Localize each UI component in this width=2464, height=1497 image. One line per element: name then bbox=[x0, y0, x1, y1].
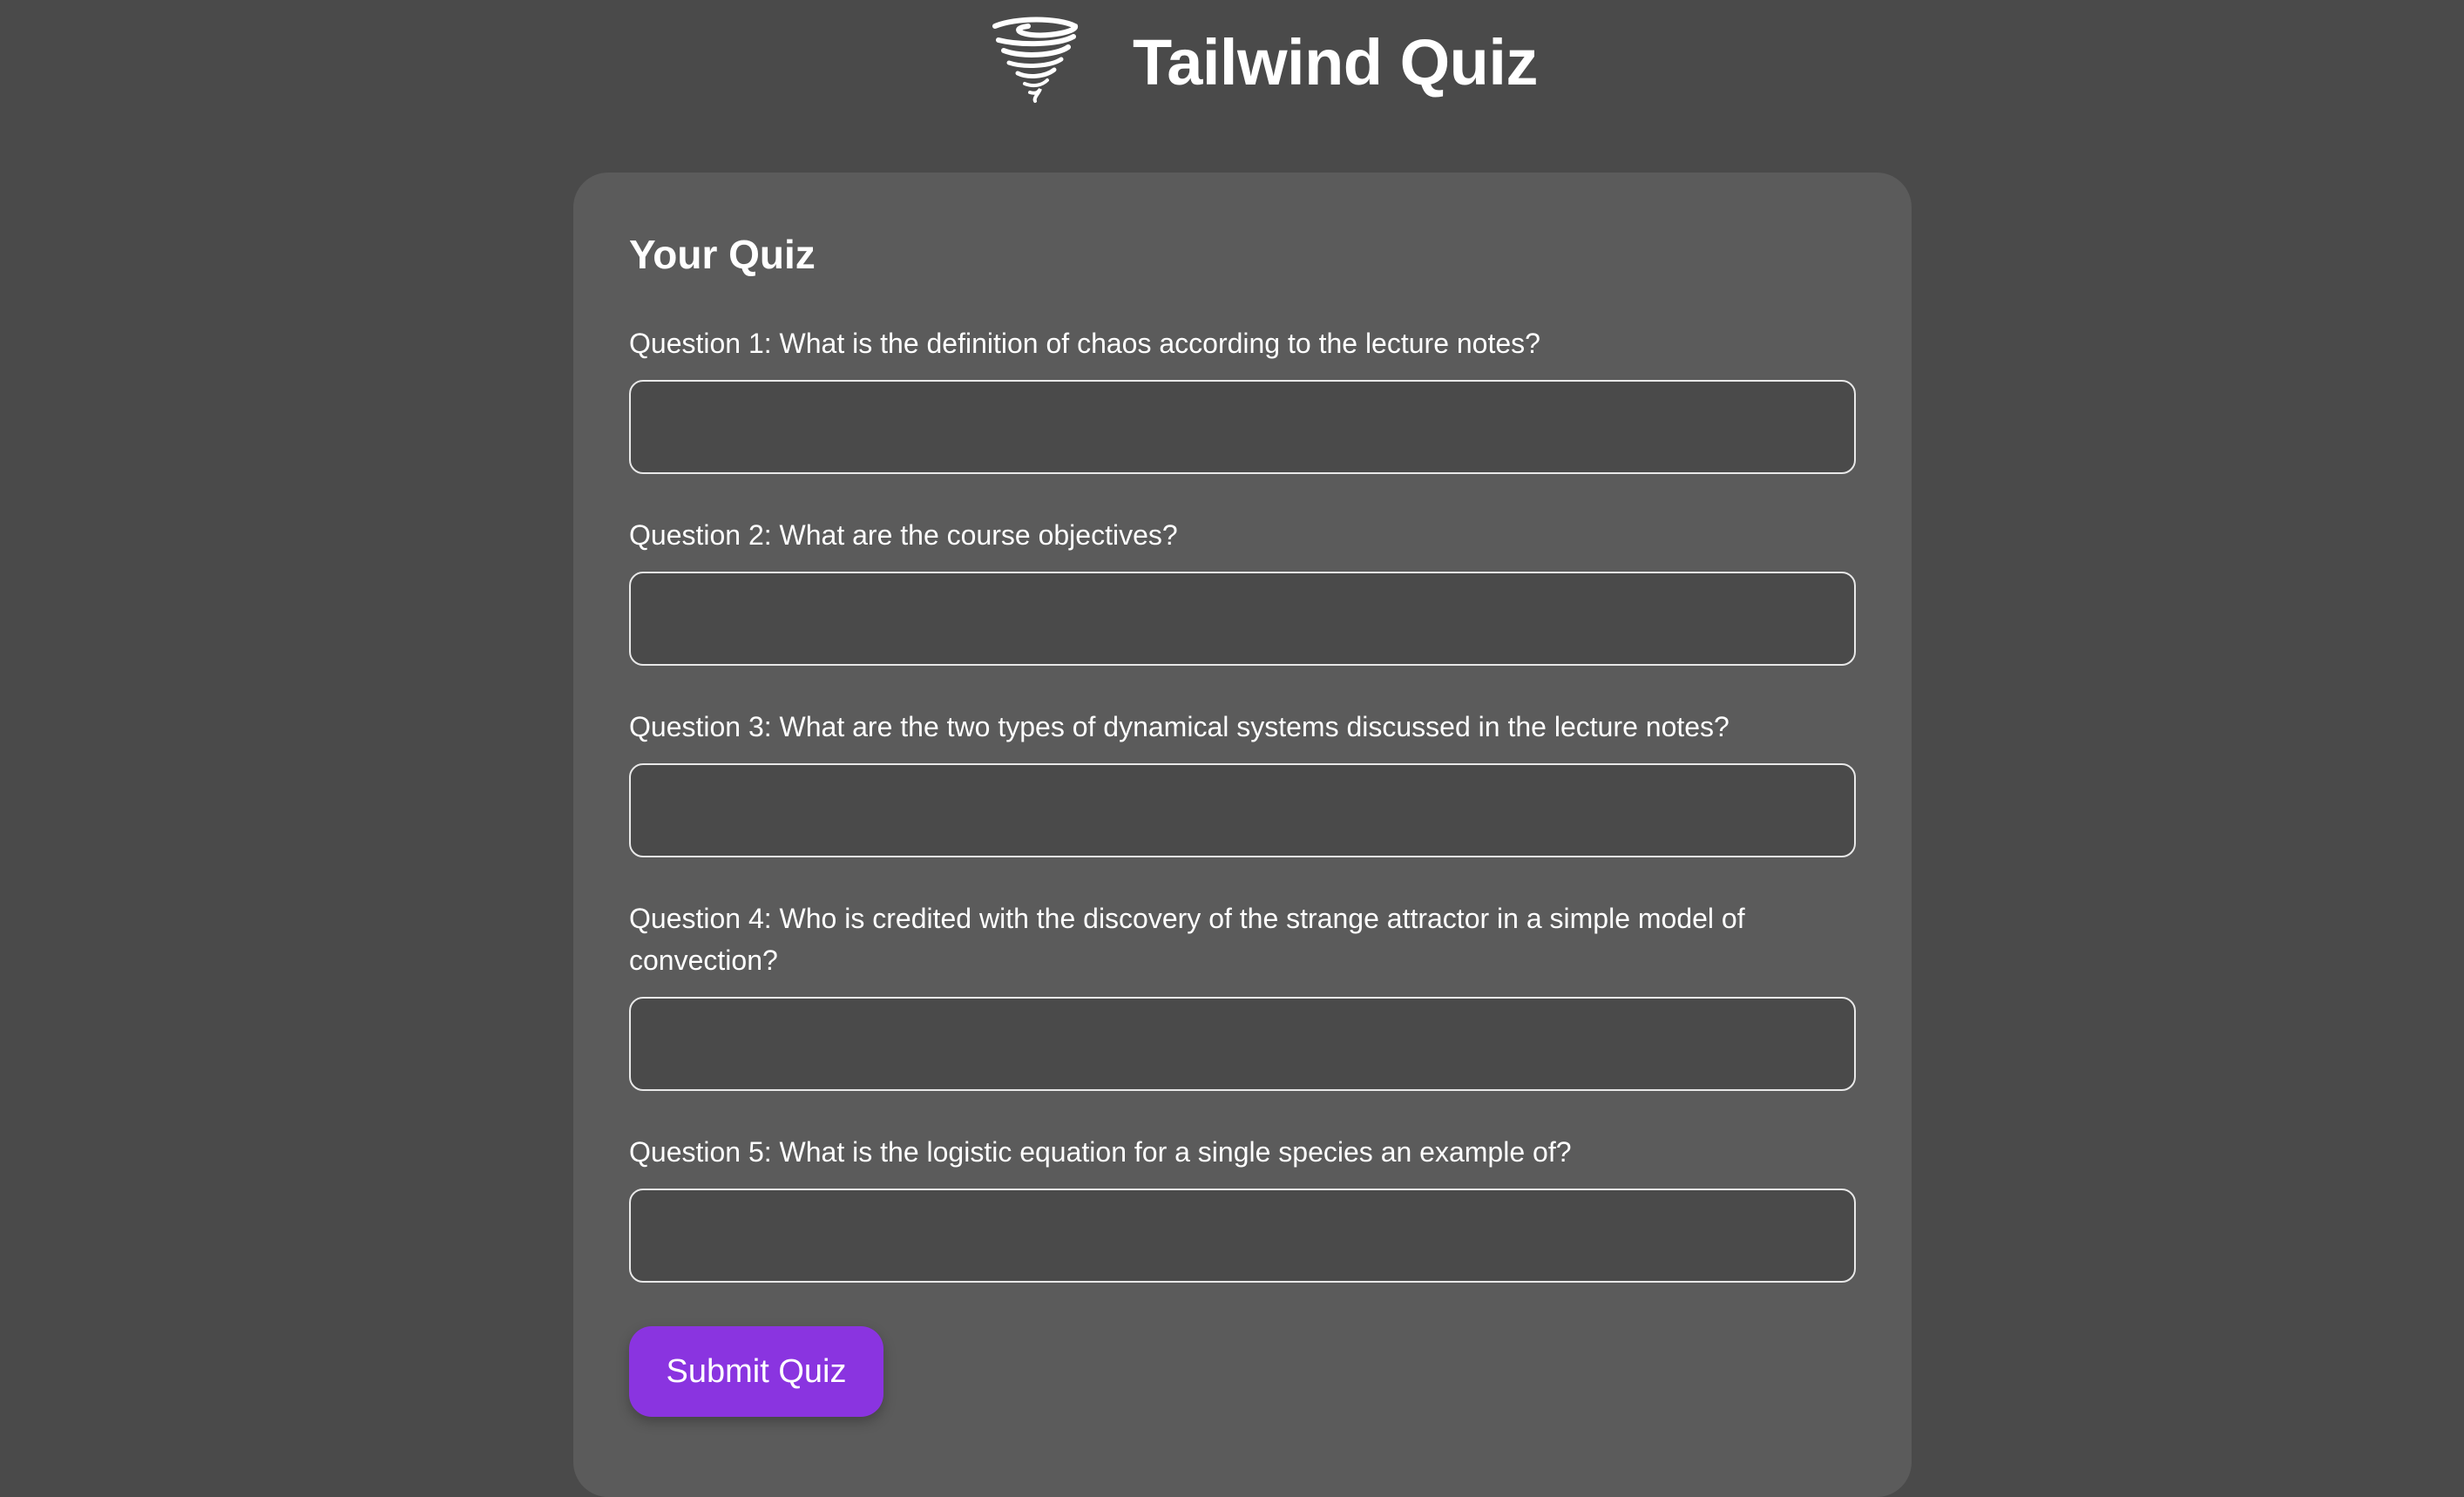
question-2-answer-input[interactable] bbox=[629, 572, 1856, 666]
question-4-label: Question 4: Who is credited with the dis… bbox=[629, 903, 1745, 976]
quiz-card: Your Quiz Question 1: What is the defini… bbox=[573, 173, 1912, 1497]
question-3-label: Question 3: What are the two types of dy… bbox=[629, 711, 1730, 742]
question-5: Question 5: What is the logistic equatio… bbox=[629, 1131, 1856, 1283]
question-1-label: Question 1: What is the definition of ch… bbox=[629, 328, 1540, 359]
question-4: Question 4: Who is credited with the dis… bbox=[629, 898, 1856, 1091]
question-2: Question 2: What are the course objectiv… bbox=[629, 514, 1856, 666]
question-5-label: Question 5: What is the logistic equatio… bbox=[629, 1136, 1572, 1168]
question-3: Question 3: What are the two types of dy… bbox=[629, 706, 1856, 857]
quiz-title: Your Quiz bbox=[629, 232, 816, 277]
question-5-answer-input[interactable] bbox=[629, 1189, 1856, 1283]
app-header: Tailwind Quiz bbox=[0, 0, 2464, 122]
question-1-answer-input[interactable] bbox=[629, 380, 1856, 474]
question-3-answer-input[interactable] bbox=[629, 763, 1856, 857]
question-1: Question 1: What is the definition of ch… bbox=[629, 322, 1856, 474]
question-2-label: Question 2: What are the course objectiv… bbox=[629, 519, 1178, 551]
submit-quiz-button[interactable]: Submit Quiz bbox=[629, 1326, 883, 1417]
question-4-answer-input[interactable] bbox=[629, 997, 1856, 1091]
app-title: Tailwind Quiz bbox=[1133, 26, 1538, 98]
tornado-icon bbox=[990, 14, 1080, 105]
